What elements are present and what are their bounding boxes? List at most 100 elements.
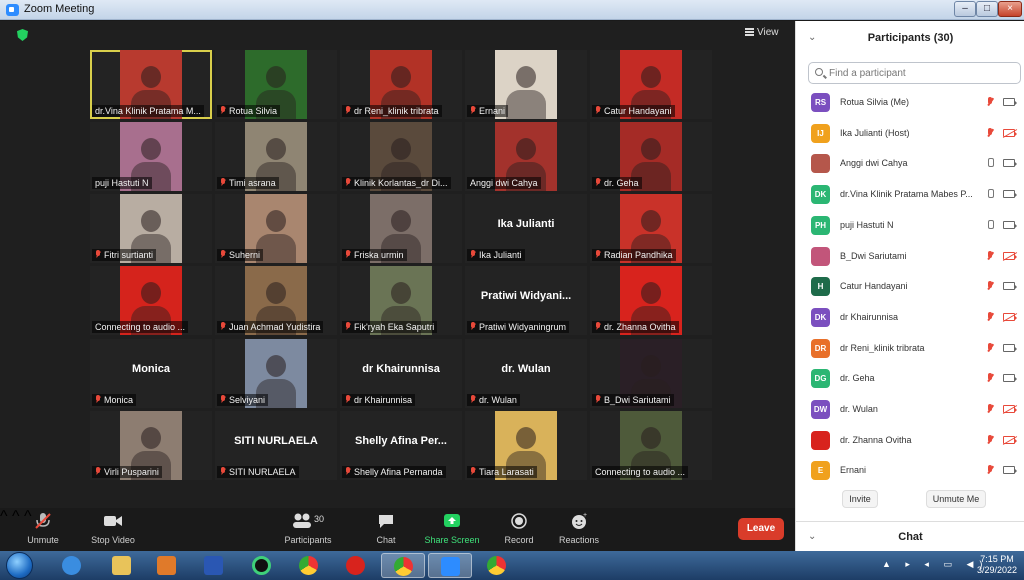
video-tile[interactable]: Radian Pandhika [590,194,712,263]
tile-name-label: Suherni [217,249,264,261]
participant-name: Catur Handayani [840,281,908,292]
video-tile[interactable]: Selviyani [215,339,337,408]
share-screen-button[interactable]: Share Screen [424,512,480,545]
muted-mic-icon [595,250,601,259]
video-tile[interactable]: Juan Achmad Yudistira [215,266,337,335]
taskbar-zoom[interactable] [428,553,472,578]
participant-row[interactable]: H Catur Handayani [796,271,1024,301]
start-button[interactable] [6,552,33,579]
chat-panel-header[interactable]: ⌄ Chat [796,521,1024,551]
unmute-me-button[interactable]: Unmute Me [926,490,986,508]
meeting-gallery: View dr.Vina Klinik Pratama M... Rotua Si… [0,21,795,551]
video-options-caret[interactable]: ^ [12,508,20,525]
taskbar-explorer[interactable] [100,553,144,578]
tile-name-label: dr.Vina Klinik Pratama M... [92,105,204,117]
video-tile[interactable]: Fitri surtianti [90,194,212,263]
reactions-button[interactable]: + Reactions [558,512,600,545]
video-tile[interactable]: Tiara Larasati [465,411,587,480]
video-tile[interactable]: Virli Pusparini [90,411,212,480]
tile-participant-name: dr. Geha [604,178,639,188]
tile-name-label: Fitri surtianti [92,249,157,261]
video-tile[interactable]: dr. Zhanna Ovitha [590,266,712,335]
leave-meeting-button[interactable]: Leave [738,518,784,540]
muted-mic-icon [986,342,994,353]
video-tile[interactable]: Connecting to audio ... [90,266,212,335]
participant-row[interactable]: DW dr. Wulan [796,394,1024,424]
video-tile[interactable]: puji Hastuti N [90,122,212,191]
taskbar-app[interactable] [192,553,236,578]
video-tile[interactable]: Anggi dwi Cahya [465,122,587,191]
stop-video-button[interactable]: Stop Video [88,512,138,545]
tile-participant-name: Fik'ryah Eka Saputri [354,322,435,332]
taskbar-media[interactable] [145,553,189,578]
participant-name: dr. Geha [840,373,875,384]
participant-row[interactable]: DK dr.Vina Klinik Pratama Mabes P... [796,179,1024,209]
video-tile[interactable]: Friska urmin [340,194,462,263]
video-tile[interactable]: Monica Monica [90,339,212,408]
video-tile[interactable]: Fik'ryah Eka Saputri [340,266,462,335]
video-tile[interactable]: dr. Geha [590,122,712,191]
minimize-button[interactable]: – [954,1,976,17]
taskbar-app-2[interactable] [240,553,284,578]
video-tile[interactable]: Rotua Silvia [215,50,337,119]
record-button[interactable]: Record [502,512,536,545]
video-tile[interactable]: Ernani [465,50,587,119]
participant-row[interactable]: E Ernani [796,455,1024,485]
audio-options-caret[interactable]: ^ [0,508,8,525]
view-button[interactable]: View [745,27,779,38]
taskbar-chrome-2[interactable] [381,553,425,578]
participant-name: Rotua Silvia (Me) [840,97,910,107]
taskbar-clock[interactable]: 7:15 PM 3/29/2022 [972,554,1022,576]
video-tile[interactable]: dr Khairunnisa dr Khairunnisa [340,339,462,408]
chat-button[interactable]: Chat [370,512,402,545]
muted-mic-icon [986,373,994,383]
close-window-button[interactable]: × [998,1,1022,17]
video-tile[interactable]: Ika Julianti Ika Julianti [465,194,587,263]
participants-panel-header: ⌄ Participants (30) [796,21,1024,57]
participant-row[interactable]: PH puji Hastuti N [796,210,1024,240]
participants-panel-title: Participants (30) [867,32,954,44]
video-tile[interactable]: Shelly Afina Per... Shelly Afina Pernanda [340,411,462,480]
smiley-icon: + [558,512,600,530]
participant-row[interactable]: Anggi dwi Cahya [796,148,1024,178]
video-tile[interactable]: dr.Vina Klinik Pratama M... [90,50,212,119]
participant-row[interactable]: dr. Zhanna Ovitha [796,425,1024,455]
participant-avatar: PH [811,215,830,235]
video-tile[interactable]: Timi asrana [215,122,337,191]
video-tile[interactable]: B_Dwi Sariutami [590,339,712,408]
participant-row[interactable]: IJ Ika Julianti (Host) [796,118,1024,148]
video-tile[interactable]: dr Reni_klinik tribrata [340,50,462,119]
meeting-toolbar: Unmute ^ Stop Video ^ 30 Participants ^ … [0,508,795,551]
participant-name: dr. Zhanna Ovitha [840,434,912,445]
muted-mic-icon [345,106,351,115]
video-tile[interactable]: SITI NURLAELA SITI NURLAELA [215,411,337,480]
muted-mic-icon [220,250,226,259]
video-tile[interactable]: Connecting to audio ... [590,411,712,480]
participant-row[interactable]: B_Dwi Sariutami [796,241,1024,271]
taskbar-chrome[interactable] [287,553,331,578]
taskbar-chrome-3[interactable] [475,553,519,578]
participant-row[interactable]: DG dr. Geha [796,363,1024,393]
participant-display-name: dr. Wulan [501,363,551,375]
video-tile[interactable]: Pratiwi Widyani... Pratiwi Widyaningrum [465,266,587,335]
video-tile[interactable]: Suherni [215,194,337,263]
participant-row[interactable]: DK dr Khairunnisa [796,302,1024,332]
participants-button[interactable]: 30 Participants [280,512,336,545]
windows-taskbar: ▲ ▸ ◂ ▭ ◀) 7:15 PM 3/29/2022 [0,551,1024,580]
tile-name-label: B_Dwi Sariutami [592,394,674,406]
unmute-button[interactable]: Unmute [22,512,64,545]
muted-mic-icon [470,106,476,115]
participant-row[interactable]: DR dr Reni_klinik tribrata [796,333,1024,363]
taskbar-opera[interactable] [334,553,378,578]
maximize-button[interactable]: □ [976,1,998,17]
video-tile[interactable]: dr. Wulan dr. Wulan [465,339,587,408]
video-tile[interactable]: Klinik Korlantas_dr Di... [340,122,462,191]
taskbar-ie[interactable] [50,553,94,578]
participant-row[interactable]: RS Rotua Silvia (Me) [796,87,1024,117]
participant-search-input[interactable]: Find a participant [808,62,1021,84]
video-icon [1003,190,1017,199]
invite-button[interactable]: Invite [842,490,878,508]
video-tile[interactable]: Catur Handayani [590,50,712,119]
video-icon [1003,159,1017,168]
security-shield-icon[interactable] [17,29,28,41]
